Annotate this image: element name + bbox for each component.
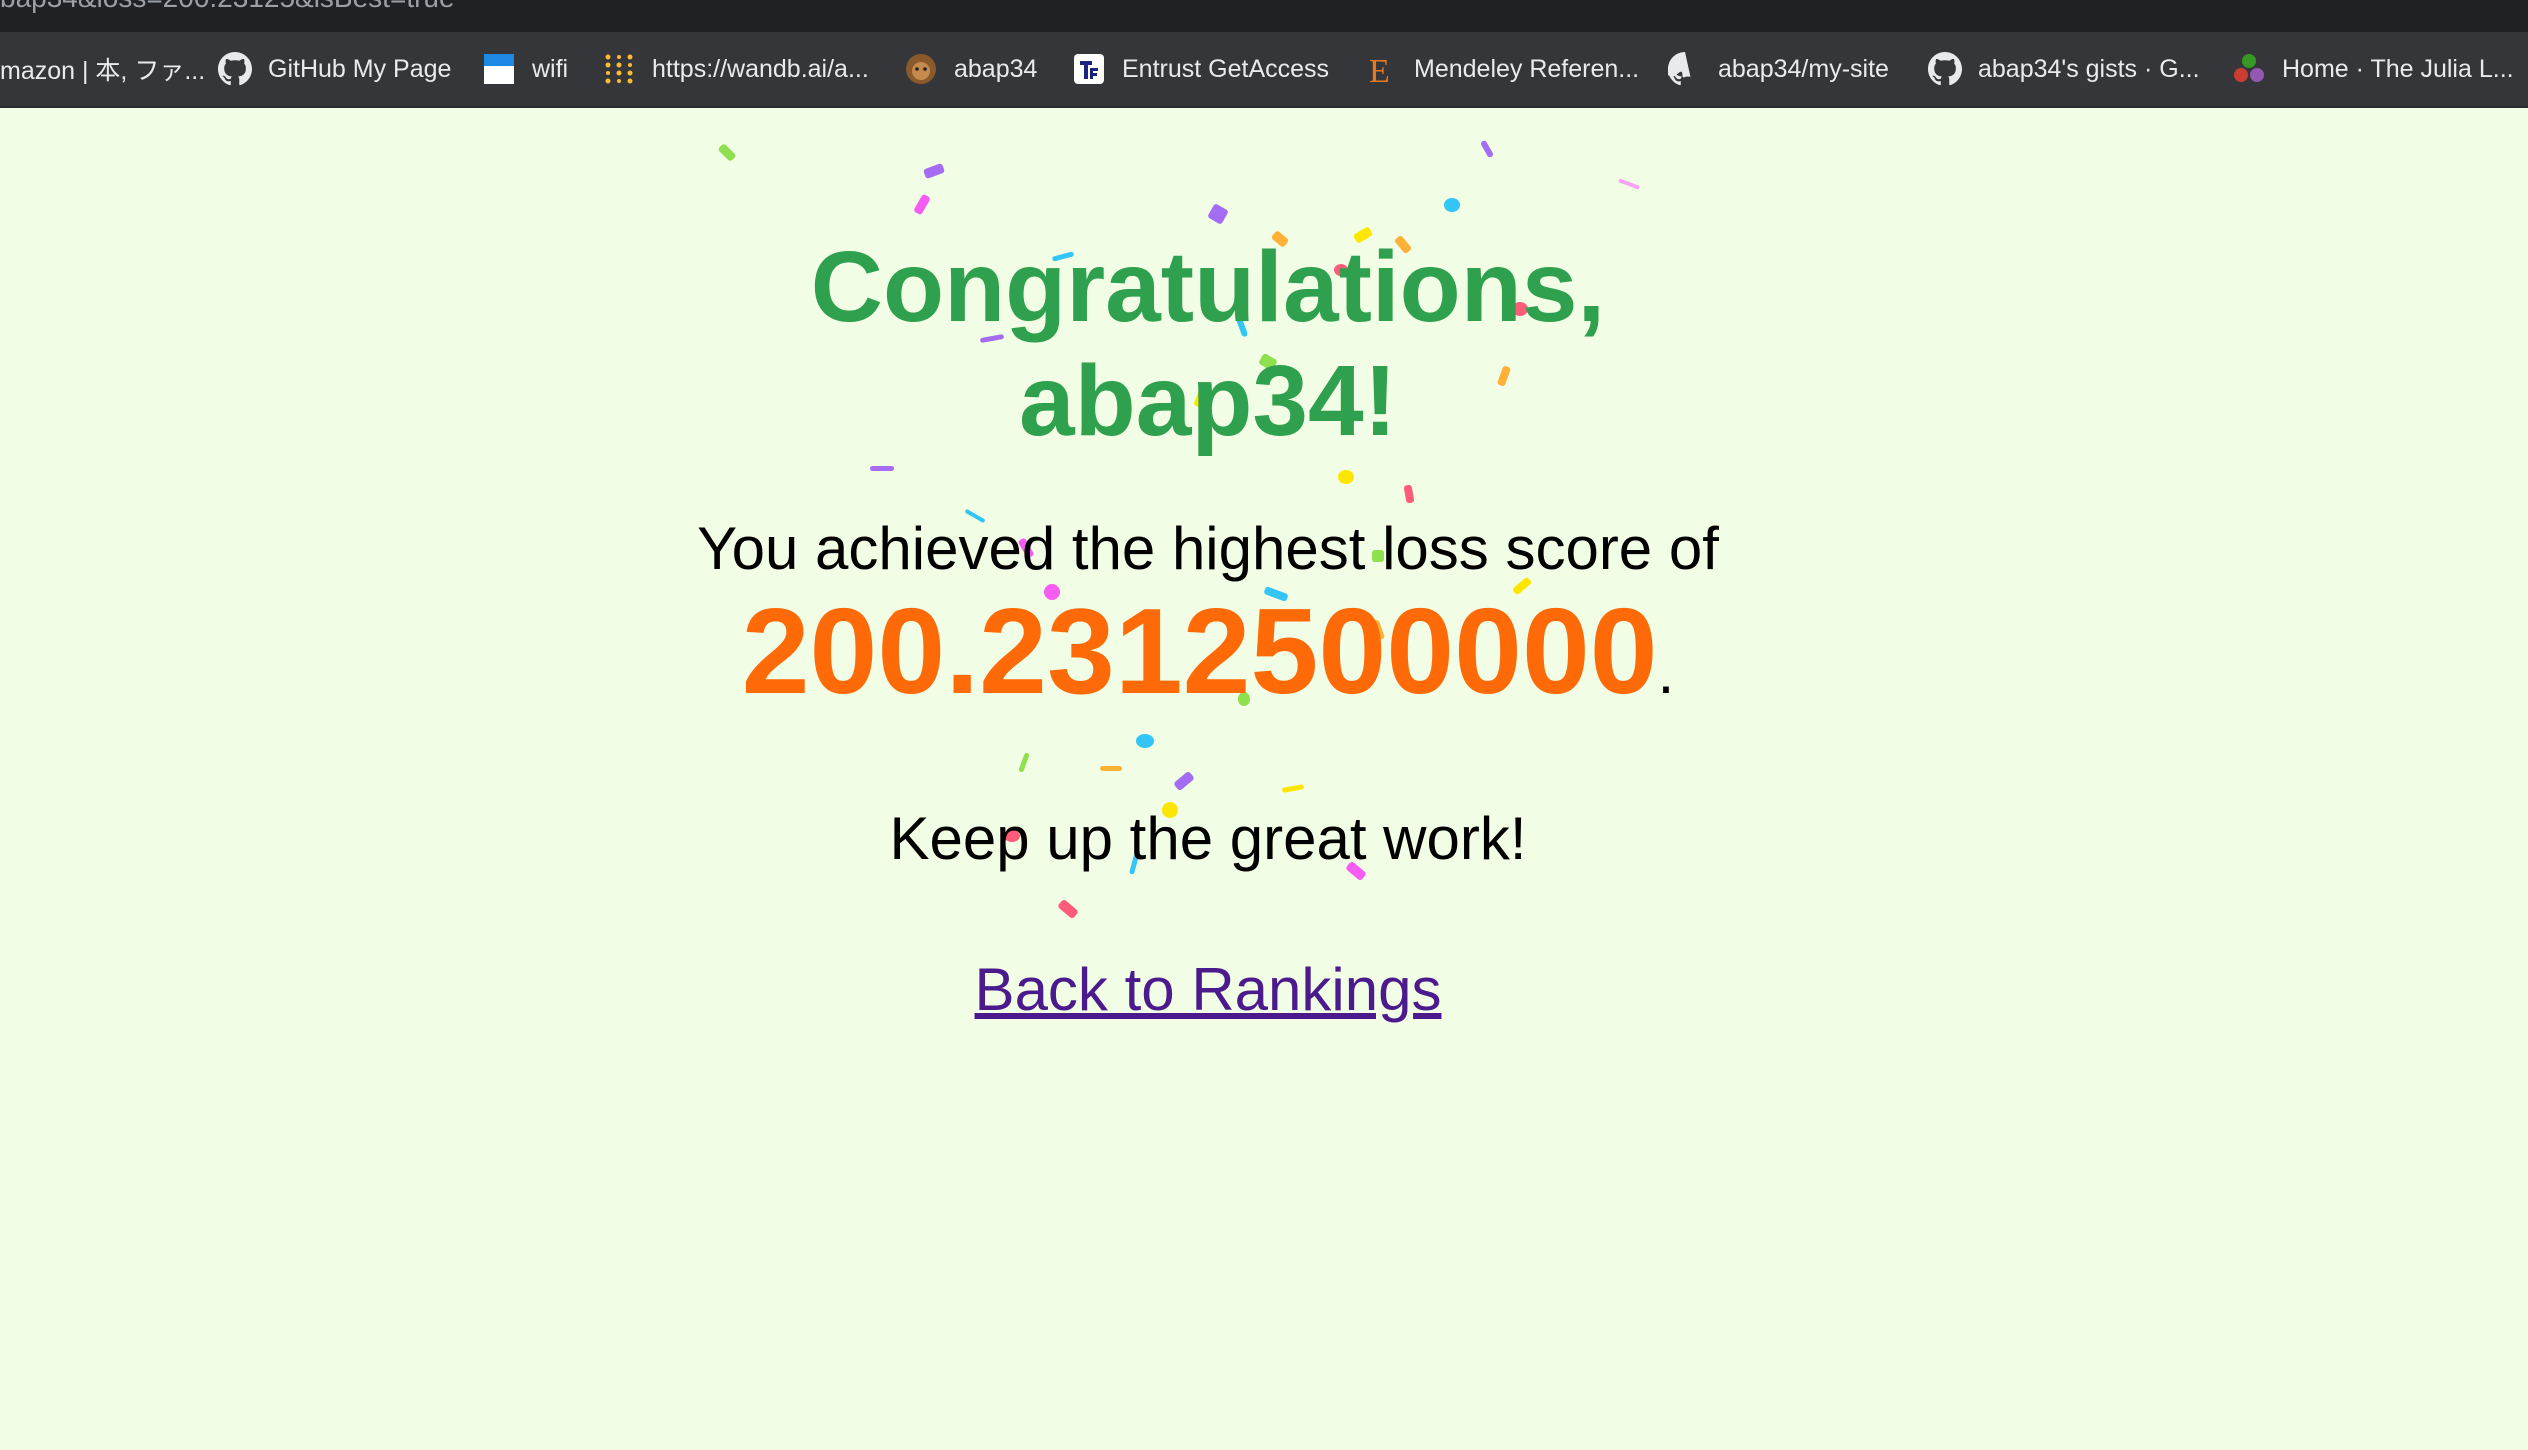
entrust-icon	[1072, 52, 1106, 86]
confetti-piece	[1057, 898, 1079, 920]
bookmark-label: abap34's gists · G...	[1978, 54, 2200, 83]
svg-text:E: E	[1369, 53, 1390, 86]
bookmark-label: https://wandb.ai/a...	[652, 54, 869, 83]
bookmark-label: Entrust GetAccess	[1122, 54, 1330, 83]
bookmark-julia[interactable]: Home · The Julia L...	[2232, 32, 2514, 106]
github-icon	[1928, 52, 1962, 86]
confetti-piece	[1281, 784, 1305, 793]
confetti-piece	[1100, 766, 1122, 771]
bookmark-amazon[interactable]: mazon | 本, ファ...	[0, 32, 205, 106]
wifi-page-icon	[482, 52, 516, 86]
url-text: bap34&loss=200.23125&isBest=true	[0, 0, 455, 14]
mendeley-icon: E	[1364, 52, 1398, 86]
bookmark-label: abap34	[954, 54, 1038, 83]
bookmark-my-site[interactable]: abap34/my-site	[1668, 32, 1889, 106]
bookmark-label: mazon | 本, ファ...	[0, 57, 206, 85]
confetti-piece	[1444, 198, 1460, 212]
achievement-text: You achieved the highest loss score of	[697, 515, 1719, 582]
bookmark-label: Home · The Julia L...	[2282, 54, 2514, 83]
github-icon	[218, 52, 252, 86]
confetti-piece	[913, 193, 931, 216]
back-link-container: Back to Rankings	[0, 952, 2416, 1044]
encouragement-text: Keep up the great work!	[889, 805, 1527, 872]
confetti-piece	[1207, 203, 1229, 225]
back-to-rankings-link[interactable]: Back to Rankings	[975, 956, 1442, 1023]
github-icon	[1668, 52, 1702, 86]
confetti-piece	[922, 162, 946, 180]
bookmark-github-my-page[interactable]: GitHub My Page	[218, 32, 451, 106]
julia-icon	[2232, 52, 2266, 86]
bookmark-gists[interactable]: abap34's gists · G...	[1928, 32, 2200, 106]
bookmark-mendeley[interactable]: E Mendeley Referen...	[1364, 32, 1639, 106]
confetti-piece	[1173, 770, 1195, 792]
congratulations-heading: Congratulations, abap34!	[0, 230, 2416, 458]
score-period: .	[1657, 639, 1675, 706]
bookmark-label: abap34/my-site	[1718, 54, 1889, 83]
page-content: Congratulations, abap34! You achieved th…	[0, 106, 2528, 1450]
heading-line-1: Congratulations,	[810, 231, 1606, 343]
bookmark-abap34[interactable]: abap34	[904, 32, 1037, 106]
score-line: 200.2312500000.	[0, 586, 2416, 754]
confetti-piece	[1479, 139, 1495, 159]
confetti-piece	[1617, 178, 1641, 190]
confetti-piece	[870, 466, 894, 471]
bookmark-label: Mendeley Referen...	[1414, 54, 1640, 83]
bookmark-entrust[interactable]: Entrust GetAccess	[1072, 32, 1329, 106]
address-bar[interactable]: bap34&loss=200.23125&isBest=true	[0, 0, 2528, 32]
bookmark-label: wifi	[532, 54, 569, 83]
bookmark-wandb[interactable]: https://wandb.ai/a...	[602, 32, 869, 106]
wandb-icon	[602, 52, 636, 86]
confetti-piece	[717, 142, 737, 163]
bookmarks-bar: mazon | 本, ファ... GitHub My Page wifi htt…	[0, 32, 2528, 108]
confetti-piece	[1403, 484, 1415, 504]
loss-score: 200.2312500000	[741, 583, 1658, 719]
confetti-piece	[1018, 752, 1030, 773]
bookmark-wifi[interactable]: wifi	[482, 32, 568, 106]
avatar-icon	[904, 52, 938, 86]
bookmark-label: GitHub My Page	[268, 54, 452, 83]
heading-line-2: abap34!	[1019, 345, 1397, 457]
confetti-piece	[1338, 470, 1354, 484]
